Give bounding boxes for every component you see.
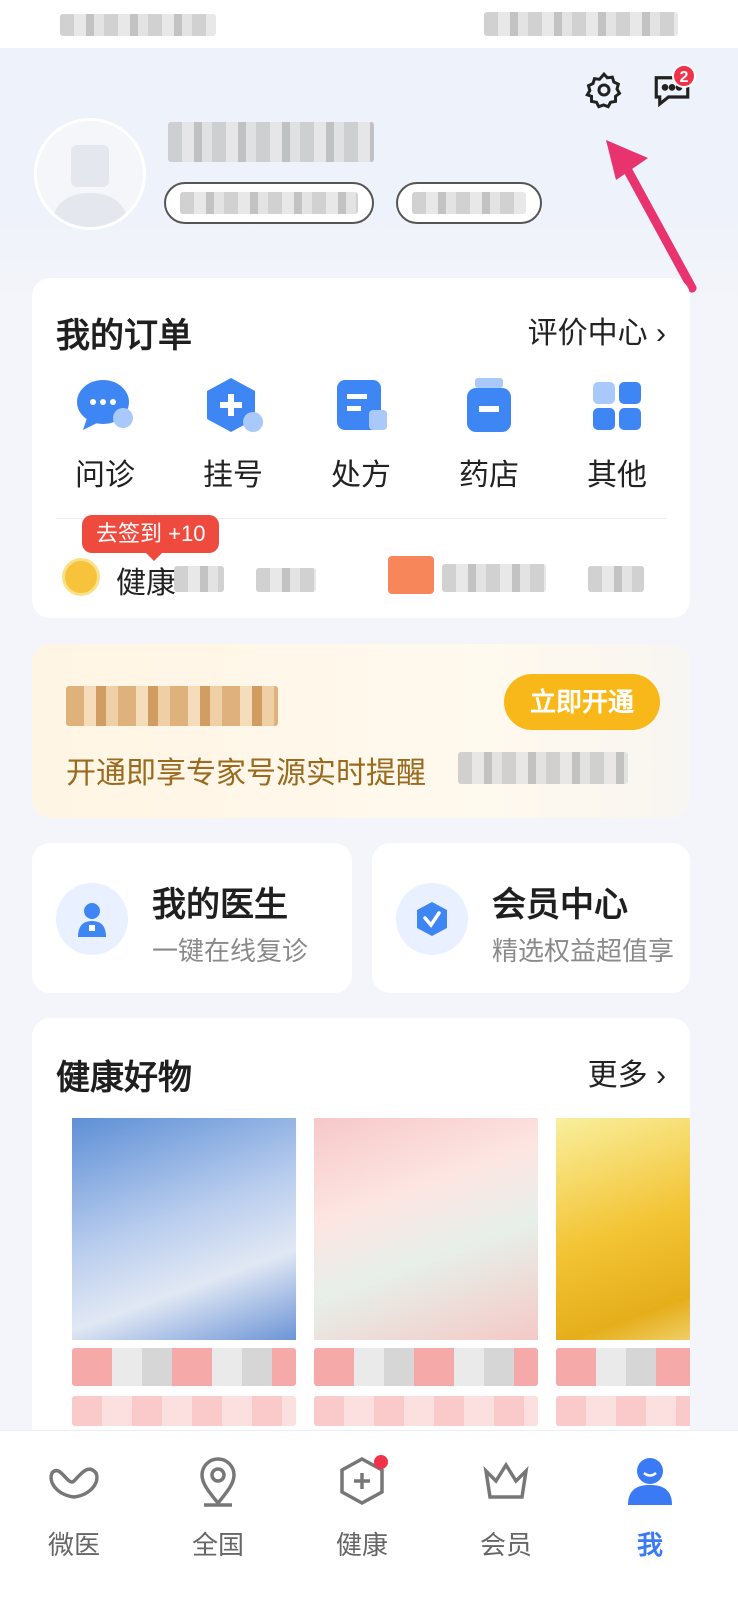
prescription-icon	[329, 374, 393, 438]
notification-dot	[374, 1455, 388, 1469]
tab-label: 我	[636, 1530, 663, 1560]
orders-card: 我的订单 评价中心 › 问诊 挂号 处方 药店 其他 健康	[32, 278, 690, 618]
message-badge: 2	[672, 64, 696, 88]
review-center-link[interactable]: 评价中心 ›	[528, 308, 666, 352]
health-goods-card: 健康好物 更多 ›	[32, 1018, 690, 1438]
weiyi-logo-icon	[46, 1453, 102, 1509]
bottom-tab-bar: 微医 全国 健康 会员 我	[0, 1430, 738, 1600]
vip-title-blurred	[66, 686, 278, 726]
signin-pointer	[146, 553, 162, 561]
order-item-consult[interactable]: 问诊	[50, 374, 160, 494]
order-item-label: 问诊	[75, 459, 135, 492]
my-doctor-card[interactable]: 我的医生 一键在线复诊	[32, 843, 352, 993]
pill-bottle-icon	[457, 374, 521, 438]
product-tag-blurred	[72, 1348, 296, 1386]
default-avatar-icon	[37, 121, 143, 227]
health-plus-icon	[334, 1453, 390, 1509]
product-image	[556, 1118, 690, 1340]
grid-icon	[585, 374, 649, 438]
order-item-pharmacy[interactable]: 药店	[434, 374, 544, 494]
product-image	[314, 1118, 538, 1340]
more-link[interactable]: 更多 ›	[588, 1050, 666, 1094]
health-info-blurred-2	[256, 568, 316, 592]
user-profile-icon	[622, 1453, 678, 1509]
tab-label: 会员	[479, 1530, 532, 1560]
product-desc-blurred	[314, 1396, 538, 1426]
product-tag-blurred	[314, 1348, 538, 1386]
order-item-prescription[interactable]: 处方	[306, 374, 416, 494]
username-blurred	[168, 122, 374, 162]
my-doctor-subtitle: 一键在线复诊	[152, 936, 309, 966]
settings-button[interactable]	[580, 66, 628, 114]
member-center-subtitle: 精选权益超值享	[492, 936, 675, 966]
order-item-label: 挂号	[203, 459, 263, 492]
account-pill-2[interactable]	[396, 182, 542, 224]
vip-subtitle: 开通即享专家号源实时提醒	[66, 757, 426, 790]
annotation-arrow	[606, 140, 697, 293]
tab-me[interactable]: 我	[590, 1453, 710, 1562]
vip-subtitle-blurred	[458, 752, 628, 784]
health-label: 健康	[116, 567, 176, 600]
signin-button[interactable]: 去签到 +10	[82, 515, 220, 553]
location-pin-icon	[190, 1453, 246, 1509]
product-card[interactable]	[556, 1118, 690, 1438]
account-pill-1[interactable]	[164, 182, 374, 224]
product-tag-blurred	[556, 1348, 690, 1386]
health-info-blurred	[174, 566, 224, 592]
tab-label: 全国	[191, 1530, 244, 1560]
messages-button[interactable]: 2	[648, 64, 696, 114]
tab-label: 健康	[335, 1530, 388, 1560]
orders-title: 我的订单	[56, 317, 192, 355]
gear-icon	[585, 71, 622, 109]
coin-icon	[62, 558, 100, 596]
product-image	[72, 1118, 296, 1340]
avatar[interactable]	[34, 118, 146, 230]
order-item-label: 处方	[331, 459, 391, 492]
promo-text-blurred	[442, 564, 546, 592]
promo-thumb	[388, 556, 434, 594]
member-center-card[interactable]: 会员中心 精选权益超值享	[372, 843, 690, 993]
product-desc-blurred	[556, 1396, 690, 1426]
order-item-label: 药店	[459, 459, 519, 492]
status-bar-right-blurred	[484, 12, 678, 36]
status-bar	[0, 0, 738, 48]
order-item-other[interactable]: 其他	[562, 374, 672, 494]
promo-extra-blurred	[588, 566, 644, 592]
my-doctor-title: 我的医生	[152, 886, 288, 924]
order-item-registration[interactable]: 挂号	[178, 374, 288, 494]
tab-member[interactable]: 会员	[446, 1453, 566, 1562]
activate-vip-button[interactable]: 立即开通	[504, 674, 660, 730]
tab-national[interactable]: 全国	[158, 1453, 278, 1562]
chat-bubble-icon	[73, 374, 137, 438]
member-center-title: 会员中心	[492, 886, 628, 924]
tab-health[interactable]: 健康	[302, 1453, 422, 1562]
product-card[interactable]	[314, 1118, 538, 1438]
doctor-icon	[56, 883, 128, 955]
vip-banner[interactable]: 立即开通 开通即享专家号源实时提醒	[32, 644, 690, 818]
order-item-label: 其他	[587, 459, 647, 492]
shield-check-icon	[396, 883, 468, 955]
tab-weiyi[interactable]: 微医	[14, 1453, 134, 1562]
product-desc-blurred	[72, 1396, 296, 1426]
crown-icon	[478, 1453, 534, 1509]
health-goods-title: 健康好物	[56, 1059, 192, 1097]
tab-label: 微医	[47, 1530, 100, 1560]
product-card[interactable]	[72, 1118, 296, 1438]
status-bar-left-blurred	[60, 14, 216, 36]
hexagon-plus-icon	[201, 374, 265, 438]
